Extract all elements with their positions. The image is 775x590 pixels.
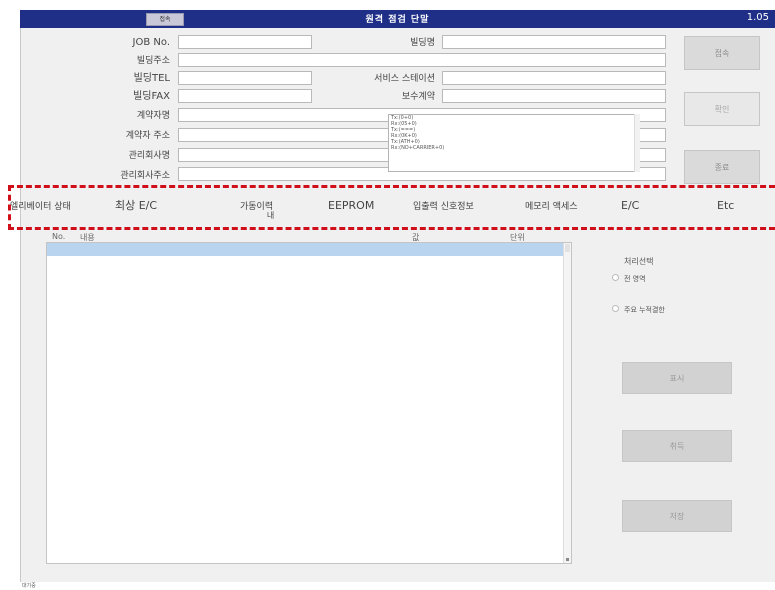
table-row[interactable]	[47, 243, 563, 256]
label-service-station: 서비스 스테이션	[374, 74, 435, 84]
log-line: Rx:(NO+CARRIER+0)	[391, 145, 445, 151]
label-site-tel: 빌딩TEL	[133, 73, 170, 84]
label-contractor: 계약자명	[136, 111, 170, 121]
cancel-button[interactable]: 취득	[622, 430, 732, 462]
service-station-field[interactable]	[442, 71, 666, 85]
radio-all-area[interactable]	[612, 274, 619, 281]
scroll-up-icon[interactable]	[565, 244, 570, 252]
confirm-button[interactable]: 확인	[684, 92, 760, 126]
label-site-fax: 빌딩FAX	[133, 91, 170, 102]
log-scrollbar[interactable]	[634, 114, 640, 172]
end-button[interactable]: 종료	[684, 150, 760, 184]
radio-main-accumulated[interactable]	[612, 305, 619, 312]
tab-operation-history-sub: 내	[266, 211, 275, 220]
site-fax-field[interactable]	[178, 89, 312, 103]
tab-eeprom[interactable]: EEPROM	[328, 199, 374, 213]
data-list[interactable]	[46, 242, 572, 564]
site-tel-field[interactable]	[178, 71, 312, 85]
tab-operation-history[interactable]: 가동이력 내	[240, 200, 275, 228]
title-bar: 접속 원격 점검 단말 1.05	[20, 10, 775, 28]
tab-io-signal[interactable]: 입출력 신호정보	[413, 200, 474, 214]
tab-ec[interactable]: E/C	[621, 199, 639, 213]
list-scrollbar[interactable]	[563, 243, 571, 563]
col-no-header: No.	[52, 232, 66, 241]
version-label: 1.05	[746, 12, 769, 23]
process-heading: 처리선택	[624, 257, 654, 266]
option-main-accumulated-label: 주요 누적결한	[624, 306, 665, 314]
label-management-address: 관리회사주소	[120, 171, 170, 181]
tab-elevator-status[interactable]: 엘리베이터 상태	[10, 200, 71, 214]
window-title: 원격 점검 단말	[365, 15, 430, 25]
job-no-field[interactable]	[178, 35, 312, 49]
status-bar: 대기중	[22, 583, 36, 589]
tab-bar: 엘리베이터 상태 최상 E/C 가동이력 내 EEPROM 입출력 신호정보 메…	[0, 199, 775, 220]
option-all-area-label: 전 영역	[624, 275, 646, 283]
connect-button[interactable]: 접속	[684, 36, 760, 70]
tab-memory-access[interactable]: 메모리 액세스	[525, 200, 578, 214]
tab-etc[interactable]: Etc	[717, 199, 734, 213]
maintenance-contract-field[interactable]	[442, 89, 666, 103]
save-button[interactable]: 저장	[622, 500, 732, 532]
display-button[interactable]: 표시	[622, 362, 732, 394]
label-contractor-address: 계약자 주소	[125, 131, 170, 141]
label-maintenance-contract: 보수계약	[401, 92, 435, 102]
label-management-company: 관리회사명	[128, 151, 170, 161]
communication-log-list[interactable]: Tx:(0+0) Rx:(05+0) Tx:(===) Rx:(0K+0) Tx…	[388, 114, 640, 172]
building-name-field[interactable]	[442, 35, 666, 49]
label-site-address: 빌딩주소	[136, 56, 170, 66]
label-job-no: JOB No.	[132, 37, 170, 48]
label-building-name: 빌딩명	[410, 38, 435, 48]
tab-latest-ec[interactable]: 최상 E/C	[115, 199, 157, 213]
scroll-down-icon[interactable]	[566, 558, 569, 561]
site-address-field[interactable]	[178, 53, 666, 67]
